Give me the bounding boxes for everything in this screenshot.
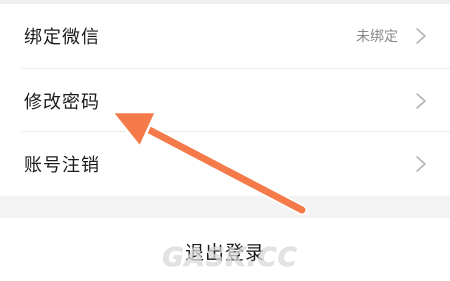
bind-wechat-row[interactable]: 绑定微信 未绑定	[0, 4, 450, 68]
cancel-account-label: 账号注销	[24, 155, 100, 176]
chevron-right-icon	[416, 156, 426, 172]
cancel-account-row[interactable]: 账号注销	[0, 132, 450, 196]
chevron-right-icon	[416, 93, 426, 109]
change-password-label: 修改密码	[24, 92, 100, 113]
bind-wechat-label: 绑定微信	[24, 27, 100, 48]
section-gap	[0, 196, 450, 218]
bind-wechat-status: 未绑定	[356, 29, 398, 45]
chevron-right-icon	[416, 28, 426, 44]
change-password-row[interactable]: 修改密码	[0, 69, 450, 133]
account-settings-page: 绑定微信 未绑定 修改密码 账号注销 退出登录 GASK.CC	[0, 0, 450, 281]
svg-text:GASK.CC: GASK.CC	[162, 243, 297, 273]
watermark-logo: GASK.CC	[162, 243, 297, 274]
